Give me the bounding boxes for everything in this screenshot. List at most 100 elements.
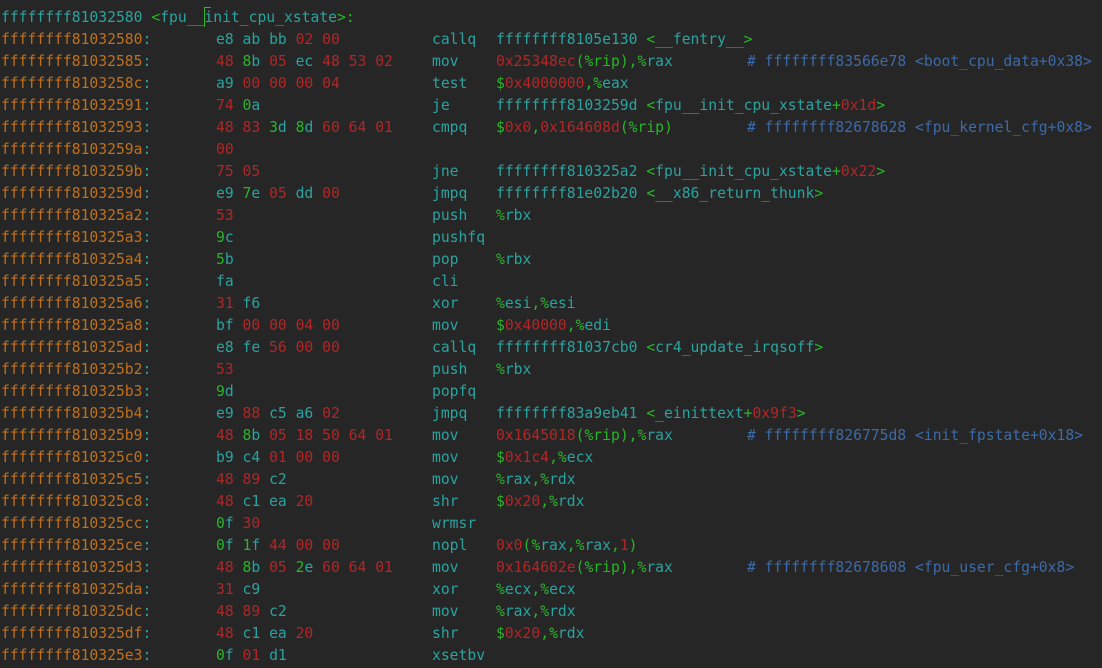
- instruction-row[interactable]: ffffffff810325da: 31 c9 xor %ecx,%ecx: [0, 579, 1102, 601]
- instruction-mnemonic: mov: [432, 53, 459, 70]
- instruction-row[interactable]: ffffffff8103259b: 75 05 jne ffffffff810325a…: [0, 161, 1102, 183]
- instruction-bytes: e8 fe 56 00 00: [216, 339, 340, 356]
- instruction-address: ffffffff810325ce:: [1, 537, 152, 554]
- instruction-address: ffffffff810325b3:: [1, 383, 152, 400]
- instruction-address: ffffffff810325b9:: [1, 427, 152, 444]
- instruction-address: ffffffff810325e3:: [1, 647, 152, 664]
- instruction-row[interactable]: ffffffff810325b3: 9d popfq: [0, 381, 1102, 403]
- instruction-bytes: e8 ab bb 02 00: [216, 31, 340, 48]
- instruction-comment: # ffffffff82678608 <fpu_user_cfg+0x8>: [747, 559, 1075, 576]
- instruction-row[interactable]: ffffffff810325d3: 48 8b 05 2e 60 64 01 mov…: [0, 557, 1102, 579]
- instruction-mnemonic: jmpq: [432, 185, 468, 202]
- instruction-operands: %rbx: [496, 251, 532, 268]
- instruction-operands: ffffffff81037cb0 <cr4_update_irqsoff>: [496, 339, 824, 356]
- instruction-row[interactable]: ffffffff810325b2: 53 push %rbx: [0, 359, 1102, 381]
- instruction-mnemonic: cli: [432, 273, 459, 290]
- instruction-row[interactable]: ffffffff810325ce: 0f 1f 44 00 00 nopl 0x0(%…: [0, 535, 1102, 557]
- instruction-row[interactable]: ffffffff81032593: 48 83 3d 8d 60 64 01 cmp…: [0, 117, 1102, 139]
- instruction-bytes: 9c: [216, 229, 234, 246]
- instruction-row[interactable]: ffffffff81032591: 74 0a je ffffffff8103259d…: [0, 95, 1102, 117]
- instruction-bytes: 48 c1 ea 20: [216, 493, 314, 510]
- instruction-mnemonic: nopl: [432, 537, 468, 554]
- instruction-mnemonic: wrmsr: [432, 515, 477, 532]
- instruction-row[interactable]: ffffffff810325c0: b9 c4 01 00 00 mov $0x1c4…: [0, 447, 1102, 469]
- instruction-operands: ffffffff8105e130 <__fentry__>: [496, 31, 753, 48]
- instruction-address: ffffffff810325a8:: [1, 317, 152, 334]
- instruction-mnemonic: mov: [432, 317, 459, 334]
- instruction-address: ffffffff810325a4:: [1, 251, 152, 268]
- instruction-operands: 0x0(%rax,%rax,1): [496, 537, 638, 554]
- instruction-row[interactable]: ffffffff810325df: 48 c1 ea 20 shr $0x20,%rd…: [0, 623, 1102, 645]
- instruction-bytes: 9d: [216, 383, 234, 400]
- instruction-row[interactable]: ffffffff8103259a: 00: [0, 139, 1102, 161]
- instruction-row[interactable]: ffffffff810325a4: 5b pop %rbx: [0, 249, 1102, 271]
- instruction-row[interactable]: ffffffff810325b4: e9 88 c5 a6 02 jmpq fffff…: [0, 403, 1102, 425]
- instruction-operands: %ecx,%ecx: [496, 581, 576, 598]
- instruction-bytes: a9 00 00 00 04: [216, 75, 340, 92]
- instruction-mnemonic: shr: [432, 625, 459, 642]
- instruction-row[interactable]: ffffffff810325a6: 31 f6 xor %esi,%esi: [0, 293, 1102, 315]
- instruction-mnemonic: pop: [432, 251, 459, 268]
- instruction-row[interactable]: ffffffff810325a3: 9c pushfq: [0, 227, 1102, 249]
- instruction-row[interactable]: ffffffff8103259d: e9 7e 05 dd 00 jmpq fffff…: [0, 183, 1102, 205]
- instruction-operands: %rbx: [496, 207, 532, 224]
- instruction-bytes: 31 c9: [216, 581, 261, 598]
- instruction-row[interactable]: ffffffff810325cc: 0f 30 wrmsr: [0, 513, 1102, 535]
- text-cursor: [204, 7, 212, 27]
- instruction-bytes: 48 8b 05 ec 48 53 02: [216, 53, 393, 70]
- instruction-row[interactable]: ffffffff81032580: e8 ab bb 02 00 callq ffff…: [0, 29, 1102, 51]
- instruction-mnemonic: je: [432, 97, 450, 114]
- instruction-bytes: b9 c4 01 00 00: [216, 449, 340, 466]
- function-header: ffffffff81032580 <fpu__init_cpu_xstate>:: [1, 7, 355, 27]
- instruction-address: ffffffff8103259b:: [1, 163, 152, 180]
- instruction-bytes: bf 00 00 04 00: [216, 317, 340, 334]
- instruction-address: ffffffff8103258c:: [1, 75, 152, 92]
- instruction-row[interactable]: ffffffff810325a2: 53 push %rbx: [0, 205, 1102, 227]
- instruction-row[interactable]: ffffffff810325c8: 48 c1 ea 20 shr $0x20,%rd…: [0, 491, 1102, 513]
- instruction-address: ffffffff810325cc:: [1, 515, 152, 532]
- instruction-row[interactable]: ffffffff810325ad: e8 fe 56 00 00 callq ffff…: [0, 337, 1102, 359]
- instruction-address: ffffffff810325a3:: [1, 229, 152, 246]
- instruction-mnemonic: cmpq: [432, 119, 468, 136]
- instruction-mnemonic: test: [432, 75, 468, 92]
- instruction-row[interactable]: ffffffff8103258c: a9 00 00 00 04 test $0x40…: [0, 73, 1102, 95]
- instruction-comment: # ffffffff826775d8 <init_fpstate+0x18>: [747, 427, 1084, 444]
- instruction-mnemonic: jmpq: [432, 405, 468, 422]
- instruction-row[interactable]: ffffffff810325a5: fa cli: [0, 271, 1102, 293]
- instruction-address: ffffffff810325df:: [1, 625, 152, 642]
- instruction-address: ffffffff810325dc:: [1, 603, 152, 620]
- instruction-row[interactable]: ffffffff81032585: 48 8b 05 ec 48 53 02 mov…: [0, 51, 1102, 73]
- instruction-operands: %rax,%rdx: [496, 471, 576, 488]
- instruction-address: ffffffff810325a5:: [1, 273, 152, 290]
- instruction-row[interactable]: ffffffff810325e3: 0f 01 d1 xsetbv: [0, 645, 1102, 667]
- instruction-row[interactable]: ffffffff810325dc: 48 89 c2 mov %rax,%rdx: [0, 601, 1102, 623]
- instruction-address: ffffffff81032591:: [1, 97, 152, 114]
- instruction-bytes: 0f 01 d1: [216, 647, 287, 664]
- instruction-bytes: fa: [216, 273, 234, 290]
- instruction-row[interactable]: ffffffff810325a8: bf 00 00 04 00 mov $0x400…: [0, 315, 1102, 337]
- function-address: ffffffff81032580: [1, 9, 143, 26]
- instruction-bytes: 48 89 c2: [216, 471, 287, 488]
- instruction-operands: ffffffff81e02b20 <__x86_return_thunk>: [496, 185, 824, 202]
- instruction-address: ffffffff810325a2:: [1, 207, 152, 224]
- instruction-address: ffffffff81032593:: [1, 119, 152, 136]
- instruction-mnemonic: mov: [432, 603, 459, 620]
- instruction-mnemonic: mov: [432, 427, 459, 444]
- instruction-operands: ffffffff810325a2 <fpu__init_cpu_xstate+0…: [496, 163, 886, 180]
- instruction-mnemonic: xor: [432, 581, 459, 598]
- instruction-address: ffffffff8103259d:: [1, 185, 152, 202]
- instruction-address: ffffffff810325da:: [1, 581, 152, 598]
- instruction-mnemonic: xor: [432, 295, 459, 312]
- instruction-mnemonic: callq: [432, 339, 477, 356]
- instruction-bytes: 48 8b 05 18 50 64 01: [216, 427, 393, 444]
- instruction-operands: ffffffff83a9eb41 <_einittext+0x9f3>: [496, 405, 806, 422]
- instruction-mnemonic: mov: [432, 471, 459, 488]
- instruction-row[interactable]: ffffffff810325c5: 48 89 c2 mov %rax,%rdx: [0, 469, 1102, 491]
- instruction-row[interactable]: ffffffff810325b9: 48 8b 05 18 50 64 01 mov…: [0, 425, 1102, 447]
- instruction-address: ffffffff810325b2:: [1, 361, 152, 378]
- instruction-operands: 0x1645018(%rip),%rax: [496, 427, 673, 444]
- instruction-bytes: 74 0a: [216, 97, 261, 114]
- instruction-operands: $0x4000000,%eax: [496, 75, 629, 92]
- instruction-bytes: 31 f6: [216, 295, 261, 312]
- instruction-operands: %rbx: [496, 361, 532, 378]
